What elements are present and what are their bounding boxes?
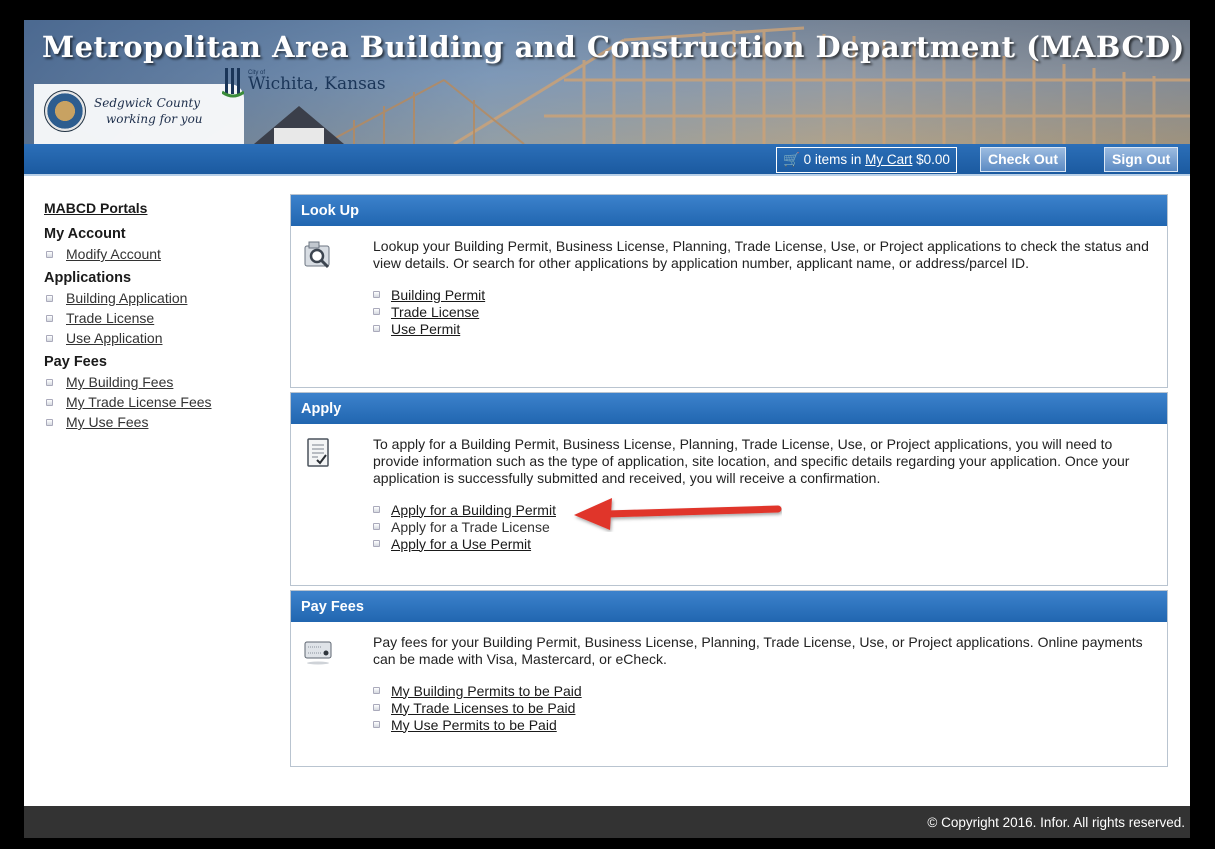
lookup-panel: Look Up Lookup your Building Permit, Bus… — [290, 194, 1168, 388]
sidebar-item-label[interactable]: My Building Fees — [66, 374, 173, 390]
cart-total: $0.00 — [916, 152, 950, 167]
sidebar-item-my-use-fees[interactable]: My Use Fees — [44, 412, 274, 432]
lookup-building-permit-link[interactable]: Building Permit — [391, 287, 485, 303]
list-item[interactable]: My Building Permits to be Paid — [373, 682, 1153, 699]
sidebar-item-trade-license[interactable]: Trade License — [44, 308, 274, 328]
sidebar-heading-pay-fees: Pay Fees — [44, 354, 107, 370]
bullet-icon — [373, 687, 380, 694]
sidebar-heading-applications: Applications — [44, 270, 132, 286]
sidebar-item-label[interactable]: Building Application — [66, 290, 187, 306]
pay-fees-panel-header: Pay Fees — [291, 591, 1167, 622]
pay-building-permits-link[interactable]: My Building Permits to be Paid — [391, 683, 582, 699]
bullet-icon — [46, 294, 53, 302]
sedgwick-line2: working for you — [106, 112, 203, 126]
sign-out-button[interactable]: Sign Out — [1104, 147, 1179, 172]
sidebar-item-label[interactable]: My Trade License Fees — [66, 394, 212, 410]
red-arrow-annotation-icon — [574, 498, 782, 530]
sidebar-item-my-building-fees[interactable]: My Building Fees — [44, 372, 274, 392]
check-out-button[interactable]: Check Out — [980, 147, 1067, 172]
list-item[interactable]: Apply for a Use Permit — [373, 535, 1153, 552]
wichita-logo[interactable]: City of Wichita, Kansas — [222, 66, 408, 106]
sidebar-item-label[interactable]: Use Application — [66, 330, 163, 346]
top-toolbar: 🛒 0 items in My Cart $0.00 Check Out Sig… — [24, 144, 1190, 176]
bullet-icon — [46, 314, 53, 322]
list-item[interactable]: My Trade Licenses to be Paid — [373, 699, 1153, 716]
cart-summary[interactable]: 🛒 0 items in My Cart $0.00 — [776, 147, 957, 173]
cart-icon: 🛒 — [783, 152, 800, 167]
apply-panel-header: Apply — [291, 393, 1167, 424]
bullet-icon — [46, 378, 53, 386]
bullet-icon — [46, 334, 53, 342]
my-cart-link[interactable]: My Cart — [865, 152, 912, 167]
sidebar-item-building-application[interactable]: Building Application — [44, 288, 274, 308]
sidebar-item-label[interactable]: Modify Account — [66, 246, 161, 262]
payment-card-icon — [304, 641, 332, 665]
sidebar-item-label[interactable]: Trade License — [66, 310, 154, 326]
lookup-description: Lookup your Building Permit, Business Li… — [373, 238, 1149, 271]
apply-use-permit-link[interactable]: Apply for a Use Permit — [391, 536, 531, 552]
lookup-trade-license-link[interactable]: Trade License — [391, 304, 479, 320]
page-frame: Metropolitan Area Building and Construct… — [24, 20, 1190, 838]
pay-use-permits-link[interactable]: My Use Permits to be Paid — [391, 717, 557, 733]
sidebar-item-modify-account[interactable]: Modify Account — [44, 244, 274, 264]
pay-fees-panel: Pay Fees Pay fees for your Building Perm… — [290, 590, 1168, 767]
apply-panel: Apply To apply for a Building Permit, Bu… — [290, 392, 1168, 586]
header-banner: Metropolitan Area Building and Construct… — [24, 20, 1190, 144]
bullet-icon — [46, 398, 53, 406]
bullet-icon — [373, 523, 380, 530]
lookup-use-permit-link[interactable]: Use Permit — [391, 321, 460, 337]
bullet-icon — [373, 506, 380, 513]
list-item[interactable]: Use Permit — [373, 320, 1153, 337]
list-item[interactable]: My Use Permits to be Paid — [373, 716, 1153, 733]
bullet-icon — [373, 325, 380, 332]
mabcd-portals-link[interactable]: MABCD Portals — [44, 200, 274, 216]
bullet-icon — [46, 250, 53, 258]
wichita-flag-icon — [222, 68, 244, 98]
sidebar-heading-my-account: My Account — [44, 226, 126, 242]
sidebar-item-label[interactable]: My Use Fees — [66, 414, 148, 430]
lookup-panel-header: Look Up — [291, 195, 1167, 226]
wichita-name: Wichita, Kansas — [248, 74, 386, 94]
apply-trade-license-text: Apply for a Trade License — [391, 518, 550, 535]
county-seal-icon — [44, 90, 86, 132]
bullet-icon — [373, 704, 380, 711]
sidebar: MABCD Portals My Account Modify Account … — [44, 200, 274, 432]
bullet-icon — [373, 721, 380, 728]
sidebar-item-use-application[interactable]: Use Application — [44, 328, 274, 348]
sedgwick-county-logo[interactable]: Sedgwick County working for you — [34, 84, 244, 144]
list-item[interactable]: Building Permit — [373, 286, 1153, 303]
cart-count: 0 items in — [803, 152, 862, 167]
pay-trade-licenses-link[interactable]: My Trade Licenses to be Paid — [391, 700, 575, 716]
page-title: Metropolitan Area Building and Construct… — [42, 30, 1185, 64]
sidebar-item-my-trade-license-fees[interactable]: My Trade License Fees — [44, 392, 274, 412]
magnifier-icon — [304, 241, 330, 269]
form-check-icon — [307, 438, 329, 467]
apply-description: To apply for a Building Permit, Business… — [373, 436, 1130, 486]
sedgwick-line1: Sedgwick County — [94, 96, 201, 110]
bullet-icon — [373, 540, 380, 547]
bullet-icon — [373, 308, 380, 315]
bullet-icon — [46, 418, 53, 426]
pay-fees-description: Pay fees for your Building Permit, Busin… — [373, 634, 1143, 667]
list-item[interactable]: Trade License — [373, 303, 1153, 320]
bullet-icon — [373, 291, 380, 298]
footer: © Copyright 2016. Infor. All rights rese… — [24, 806, 1190, 838]
apply-building-permit-link[interactable]: Apply for a Building Permit — [391, 502, 556, 518]
